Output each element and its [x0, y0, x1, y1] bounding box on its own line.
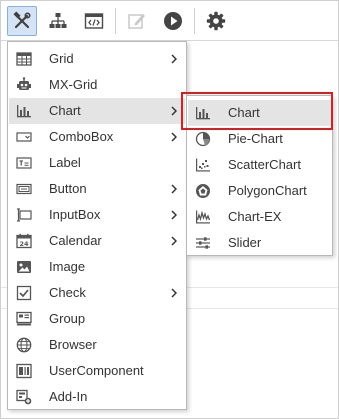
menu-item-grid[interactable]: Grid — [9, 46, 185, 72]
menu-item-label: Image — [49, 259, 86, 274]
submenu-item-label: Chart-EX — [228, 209, 282, 224]
submenu-arrow-icon — [171, 106, 177, 116]
submenu-item-label: Slider — [228, 235, 262, 250]
add-in-icon — [16, 389, 32, 405]
submenu-item-chart-ex[interactable]: Chart-EX — [188, 204, 331, 230]
menu-item-label: Group — [49, 311, 86, 326]
code-window-button[interactable] — [79, 6, 109, 36]
submenu-arrow-icon — [171, 288, 177, 298]
chart-submenu: Chart Pie-Chart ScatterChart PolygonChar… — [186, 95, 333, 256]
checkbox-icon — [16, 285, 32, 301]
calendar-icon: 24 — [16, 233, 32, 249]
app-frame: Grid MX-Grid Chart ComboBox Label Button… — [0, 0, 339, 419]
menu-item-label: MX-Grid — [49, 77, 98, 92]
menu-item-label-component[interactable]: Label — [9, 150, 185, 176]
edit-button[interactable] — [122, 6, 152, 36]
submenu-item-label: PolygonChart — [228, 183, 307, 198]
group-icon — [16, 311, 32, 327]
submenu-item-polygonchart[interactable]: PolygonChart — [188, 178, 331, 204]
code-window-icon — [84, 11, 104, 31]
chart-ex-icon — [195, 209, 211, 225]
robot-icon — [16, 77, 32, 93]
play-icon — [163, 11, 183, 31]
hierarchy-icon — [48, 11, 68, 31]
design-tools-button[interactable] — [7, 5, 37, 36]
grid-icon — [16, 51, 32, 67]
menu-item-label: UserComponent — [49, 363, 144, 378]
toolbar-separator — [115, 7, 116, 34]
submenu-item-slider[interactable]: Slider — [188, 230, 331, 256]
menu-item-calendar[interactable]: 24 Calendar — [9, 228, 185, 254]
menu-item-label: Label — [49, 155, 81, 170]
component-menu: Grid MX-Grid Chart ComboBox Label Button… — [7, 41, 187, 410]
toolbar — [1, 1, 338, 41]
menu-item-button[interactable]: Button — [9, 176, 185, 202]
submenu-item-scatterchart[interactable]: ScatterChart — [188, 152, 331, 178]
submenu-item-label: Pie-Chart — [228, 131, 283, 146]
toolbar-separator — [194, 7, 195, 34]
submenu-arrow-icon — [171, 54, 177, 64]
menu-item-label: InputBox — [49, 207, 101, 222]
bar-chart-icon — [195, 105, 211, 121]
settings-gear-icon — [206, 11, 226, 31]
user-component-icon — [16, 363, 32, 379]
slider-icon — [195, 235, 211, 251]
hierarchy-button[interactable] — [43, 6, 73, 36]
design-tools-icon — [12, 10, 32, 31]
menu-item-usercomponent[interactable]: UserComponent — [9, 358, 185, 384]
menu-item-label: Check — [49, 285, 86, 300]
button-icon — [16, 181, 32, 197]
menu-item-label: Calendar — [49, 233, 102, 248]
polygon-chart-icon — [195, 183, 211, 199]
submenu-item-label: Chart — [228, 105, 260, 120]
menu-item-add-in[interactable]: Add-In — [9, 384, 185, 410]
image-icon — [16, 259, 32, 275]
menu-item-group[interactable]: Group — [9, 306, 185, 332]
settings-button[interactable] — [201, 6, 231, 36]
bar-chart-icon — [16, 103, 32, 119]
pie-chart-icon — [195, 131, 211, 147]
submenu-item-pie-chart[interactable]: Pie-Chart — [188, 126, 331, 152]
menu-item-mx-grid[interactable]: MX-Grid — [9, 72, 185, 98]
submenu-arrow-icon — [171, 210, 177, 220]
menu-item-chart[interactable]: Chart — [9, 98, 185, 124]
submenu-item-chart[interactable]: Chart — [188, 100, 331, 126]
inputbox-icon — [16, 207, 32, 223]
menu-item-label: Button — [49, 181, 87, 196]
submenu-arrow-icon — [171, 132, 177, 142]
menu-item-label: Browser — [49, 337, 97, 352]
edit-icon — [127, 11, 147, 31]
submenu-arrow-icon — [171, 236, 177, 246]
menu-item-label: ComboBox — [49, 129, 114, 144]
menu-item-check[interactable]: Check — [9, 280, 185, 306]
menu-item-image[interactable]: Image — [9, 254, 185, 280]
menu-item-browser[interactable]: Browser — [9, 332, 185, 358]
globe-icon — [16, 337, 32, 353]
submenu-arrow-icon — [171, 184, 177, 194]
svg-text:24: 24 — [19, 240, 29, 248]
submenu-item-label: ScatterChart — [228, 157, 301, 172]
scatter-chart-icon — [195, 157, 211, 173]
combobox-icon — [16, 129, 32, 145]
menu-item-inputbox[interactable]: InputBox — [9, 202, 185, 228]
run-button[interactable] — [158, 6, 188, 36]
menu-item-label: Add-In — [49, 389, 88, 404]
label-icon — [16, 155, 32, 171]
menu-item-label: Chart — [49, 103, 81, 118]
menu-item-label: Grid — [49, 51, 74, 66]
menu-item-combobox[interactable]: ComboBox — [9, 124, 185, 150]
